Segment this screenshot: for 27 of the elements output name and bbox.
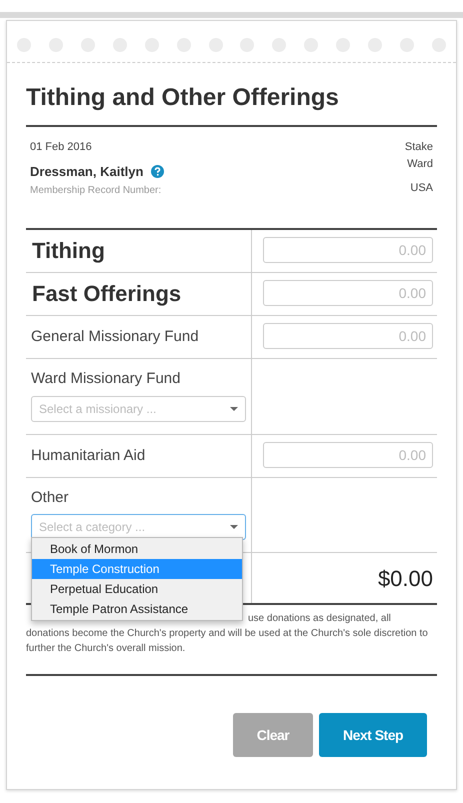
ward-text: Ward [407,156,433,172]
amount-field[interactable]: 0.00 [263,323,433,349]
dropdown-option[interactable]: Temple Construction [32,558,242,578]
fund-label: General Missionary Fund [30,327,200,347]
fund-label: Tithing [31,237,106,265]
select-dropdown[interactable]: Select a missionary ... [31,396,246,422]
amount-field[interactable]: 0.00 [263,237,433,263]
date-text: 01 Feb 2016 [30,140,93,155]
total-amount: $0.00 [378,564,433,592]
dropdown-option[interactable]: Perpetual Education [32,578,242,598]
fund-label: Other [30,488,70,508]
help-icon[interactable] [151,164,164,178]
amount-field[interactable]: 0.00 [263,280,433,306]
fund-label: Ward Missionary Fund [30,369,182,389]
member-name: Dressman, Kaitlyn [30,162,144,181]
country-text: USA [410,181,433,196]
dropdown-option[interactable]: Book of Mormon [32,538,242,558]
next-step-button[interactable]: Next Step [319,713,427,757]
caret-icon [230,525,238,529]
fund-label: Fast Offerings [31,280,182,308]
clear-button[interactable]: Clear [233,713,313,757]
page-title: Tithing and Other Offerings [26,83,340,113]
caret-icon [230,406,238,410]
record-number-label: Membership Record Number: [30,184,162,198]
stake-text: Stake [404,140,433,155]
amount-field[interactable]: 0.00 [263,442,433,468]
fund-label: Humanitarian Aid [30,446,146,466]
